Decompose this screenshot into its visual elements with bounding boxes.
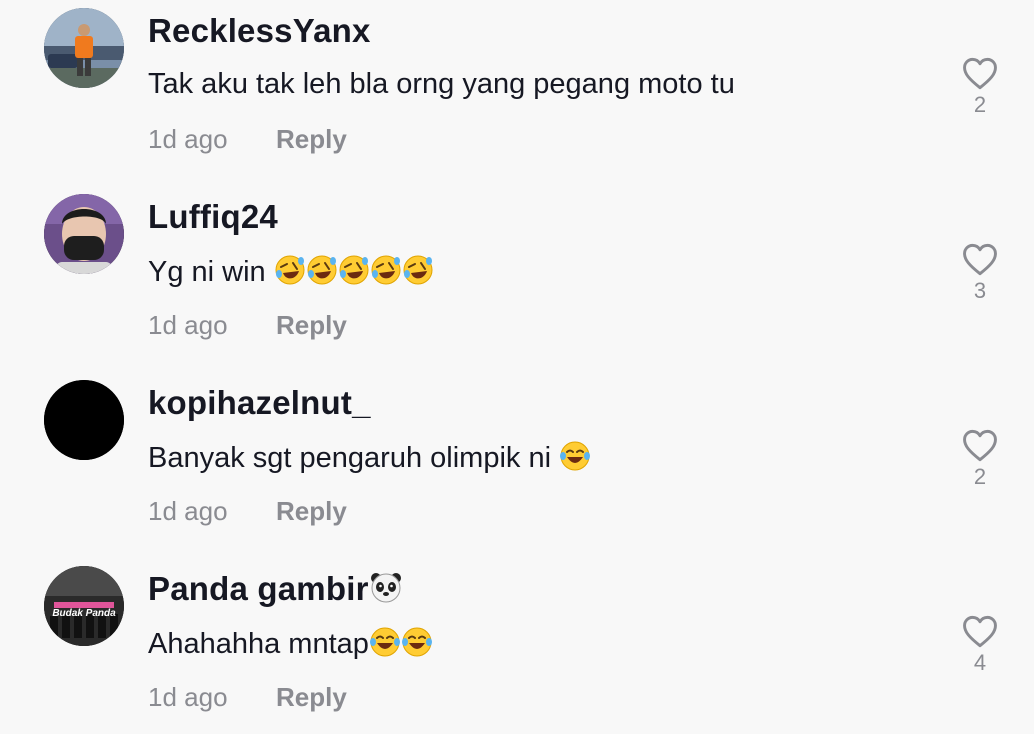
reply-button[interactable]: Reply — [276, 682, 347, 713]
username[interactable]: kopihazelnut_ — [148, 384, 371, 422]
comment-text-content: Ahahahha mntap — [148, 628, 369, 660]
black-circle-avatar-icon — [44, 380, 124, 460]
comment-item: RecklessYanx Tak aku tak leh bla orng ya… — [0, 0, 1034, 186]
comment-text-content: Yg ni win — [148, 256, 274, 288]
like-count: 2 — [973, 464, 987, 489]
username[interactable]: Luffiq24 — [148, 198, 278, 236]
avatar[interactable] — [44, 380, 124, 460]
reply-button[interactable]: Reply — [276, 124, 347, 155]
comment-meta: 1d ago Reply — [148, 496, 347, 527]
comment-text-content: Tak aku tak leh bla orng yang pegang mot… — [148, 68, 735, 100]
username-text: Panda gambir — [148, 570, 369, 607]
rolling-laugh-emoji-icon — [338, 254, 370, 286]
avatar-photo-icon — [44, 194, 124, 274]
panda-face-emoji-icon — [369, 570, 403, 604]
avatar-caption: Budak Panda — [52, 608, 116, 619]
like-count: 4 — [973, 650, 987, 675]
tears-of-joy-emoji-icon — [559, 440, 591, 472]
comment-meta: 1d ago Reply — [148, 682, 347, 713]
avatar[interactable] — [44, 8, 124, 88]
comment-item: kopihazelnut_ Banyak sgt pengaruh olimpi… — [0, 372, 1034, 558]
heart-icon — [963, 243, 997, 276]
username[interactable]: RecklessYanx — [148, 12, 371, 50]
avatar[interactable]: Budak Panda — [44, 566, 124, 646]
avatar[interactable] — [44, 194, 124, 274]
comment-item: Budak Panda Panda gambir Ahahahha mntap … — [0, 558, 1034, 734]
reply-button[interactable]: Reply — [276, 496, 347, 527]
comment-time: 1d ago — [148, 496, 228, 526]
comment-text: Tak aku tak leh bla orng yang pegang mot… — [148, 68, 735, 101]
username[interactable]: Panda gambir — [148, 570, 403, 608]
like-button[interactable]: 2 — [958, 428, 1002, 490]
comment-list: RecklessYanx Tak aku tak leh bla orng ya… — [0, 0, 1034, 734]
comment-text-content: Banyak sgt pengaruh olimpik ni — [148, 442, 560, 474]
rolling-laugh-emoji-icon — [274, 254, 306, 286]
heart-icon — [963, 615, 997, 648]
rolling-laugh-emoji-icon — [402, 254, 434, 286]
like-button[interactable]: 2 — [958, 56, 1002, 118]
avatar-photo-icon — [44, 8, 124, 88]
like-button[interactable]: 4 — [958, 614, 1002, 676]
tears-of-joy-emoji-icon — [401, 626, 433, 658]
reply-button[interactable]: Reply — [276, 310, 347, 341]
like-count: 3 — [973, 278, 987, 303]
comment-text: Yg ni win — [148, 254, 434, 289]
comment-text: Banyak sgt pengaruh olimpik ni — [148, 440, 591, 475]
group-photo-avatar-icon: Budak Panda — [44, 566, 124, 646]
like-count: 2 — [973, 92, 987, 117]
rolling-laugh-emoji-icon — [306, 254, 338, 286]
heart-icon — [963, 57, 997, 90]
like-button[interactable]: 3 — [958, 242, 1002, 304]
tears-of-joy-emoji-icon — [369, 626, 401, 658]
comment-time: 1d ago — [148, 310, 228, 340]
heart-icon — [963, 429, 997, 462]
comment-item: Luffiq24 Yg ni win 1d ago Reply 3 — [0, 186, 1034, 372]
comment-text: Ahahahha mntap — [148, 626, 433, 661]
rolling-laugh-emoji-icon — [370, 254, 402, 286]
comment-time: 1d ago — [148, 124, 228, 154]
comment-time: 1d ago — [148, 682, 228, 712]
comment-meta: 1d ago Reply — [148, 124, 347, 155]
comment-meta: 1d ago Reply — [148, 310, 347, 341]
